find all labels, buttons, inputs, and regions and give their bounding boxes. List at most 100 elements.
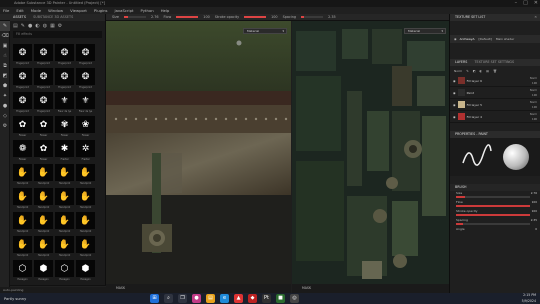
menu-help[interactable]: Help — [161, 8, 170, 13]
asset-thumbnail[interactable]: ✋ Handprint — [13, 164, 32, 186]
stroke-opacity-value[interactable]: 100 — [532, 209, 537, 213]
start-icon[interactable]: ⊞ — [150, 294, 159, 303]
toolbar-spacing-value[interactable]: 2.35 — [328, 15, 336, 19]
asset-thumbnail[interactable]: ⬡ Hexagon — [13, 260, 32, 282]
folder-icon[interactable]: ▤ — [13, 23, 18, 29]
app-icon-5[interactable]: ◎ — [290, 294, 299, 303]
bake-icon[interactable]: ⚙ — [0, 121, 10, 131]
toolbar-flow-slider[interactable] — [176, 16, 199, 18]
asset-thumbnail[interactable]: ✿ Flower — [34, 140, 53, 162]
paint-brush-icon[interactable]: ✎ — [0, 21, 10, 31]
layer-row[interactable]: ◉ Fill layer 4 Norm 100 — [450, 111, 540, 123]
asset-thumbnail[interactable]: ✋ Handprint — [13, 236, 32, 258]
add-fill-layer-icon[interactable]: ◩ — [473, 69, 476, 73]
asset-thumbnail[interactable]: ✋ Handprint — [13, 212, 32, 234]
eye-icon[interactable]: ◉ — [453, 103, 456, 107]
viewport-2d[interactable]: Material MASK — [292, 21, 449, 293]
viewport-2d-mask-label[interactable]: MASK — [302, 286, 311, 290]
add-mask-icon[interactable]: ◐ — [480, 69, 483, 73]
maximize-icon[interactable]: □ — [523, 0, 528, 7]
task-view-icon[interactable]: ❐ — [178, 294, 187, 303]
menu-viewport[interactable]: Viewport — [70, 8, 87, 13]
menu-window[interactable]: Window — [48, 8, 63, 13]
toolbar-size-value[interactable]: 2.76 — [151, 15, 159, 19]
asset-thumbnail[interactable]: ✋ Handprint — [76, 164, 95, 186]
eye-icon[interactable]: ◉ — [454, 37, 457, 41]
asset-thumbnail[interactable]: ✋ Handprint — [34, 212, 53, 234]
asset-thumbnail[interactable]: ✋ Handprint — [13, 188, 32, 210]
menu-javascript[interactable]: JavaScript — [114, 8, 133, 13]
toolbar-flow-value[interactable]: 100 — [203, 15, 209, 19]
layer-row[interactable]: ◉ Fill layer 6 Norm 100 — [450, 75, 540, 87]
file-explorer-icon[interactable]: ▤ — [206, 294, 215, 303]
viewport-2d-channel-dropdown[interactable]: Material — [404, 28, 446, 34]
toolbar-spacing-slider[interactable] — [301, 16, 324, 18]
spacing-slider[interactable]: Spacing 2.35 — [450, 218, 540, 227]
layer-blend[interactable]: Norm 100 — [530, 76, 537, 86]
app-icon-3[interactable]: ◆ — [248, 294, 257, 303]
asset-thumbnail[interactable]: ✋ Handprint — [55, 164, 74, 186]
tab-texture-set-settings[interactable]: TEXTURE SET SETTINGS — [474, 60, 514, 64]
flow-value[interactable]: 100 — [532, 200, 537, 204]
menu-edit[interactable]: Edit — [16, 8, 23, 13]
asset-thumbnail[interactable]: ✱ Fractal — [55, 140, 74, 162]
spacing-value[interactable]: 2.35 — [531, 218, 537, 222]
asset-thumbnail[interactable]: ✋ Handprint — [76, 188, 95, 210]
asset-thumbnail[interactable]: ❁ Flower — [13, 140, 32, 162]
eye-icon[interactable]: ◉ — [453, 115, 456, 119]
asset-thumbnail[interactable]: ❂ Fingerprint — [13, 44, 32, 66]
close-icon[interactable]: ✕ — [534, 0, 538, 7]
asset-thumbnail[interactable]: ❂ Fingerprint — [13, 92, 32, 114]
smart-material-icon[interactable]: ◐ — [35, 23, 39, 29]
flow-slider[interactable]: Flow 100 — [450, 200, 540, 209]
material-filter-icon[interactable]: ● — [28, 23, 32, 29]
blend-mode-dropdown[interactable]: Norm — [454, 69, 462, 73]
asset-thumbnail[interactable]: ❂ Fingerprint — [34, 68, 53, 90]
asset-thumbnail[interactable]: ⬢ Hexagon — [34, 260, 53, 282]
weather-widget[interactable]: Partly sunny — [0, 297, 26, 301]
asset-thumbnail[interactable]: ✋ Handprint — [34, 188, 53, 210]
texture-set-row[interactable]: ◉ ArchwayA [Default] Main shader — [450, 35, 540, 43]
asset-thumbnail[interactable]: ✋ Handprint — [76, 236, 95, 258]
viewport-3d-mask-label[interactable]: MASK — [116, 286, 125, 290]
material-icon[interactable]: ● — [0, 101, 10, 111]
toolbar-size-slider[interactable] — [123, 16, 146, 18]
asset-thumbnail[interactable]: ❀ Flower — [76, 116, 95, 138]
projection-icon[interactable]: ▣ — [0, 41, 10, 51]
app-icon-2[interactable]: ▲ — [234, 294, 243, 303]
tab-assets[interactable]: ASSETS — [13, 15, 26, 19]
settings-icon[interactable]: ⚙ — [58, 23, 62, 29]
menu-file[interactable]: File — [3, 8, 9, 13]
layer-blend[interactable]: Norm 100 — [530, 100, 537, 110]
asset-thumbnail[interactable]: ❂ Fingerprint — [55, 68, 74, 90]
brush-filter-icon[interactable]: ✎ — [21, 23, 25, 29]
add-folder-icon[interactable]: ▤ — [486, 69, 489, 73]
asset-thumbnail[interactable]: ❂ Fingerprint — [76, 44, 95, 66]
asset-thumbnail[interactable]: ✋ Handprint — [34, 236, 53, 258]
asset-thumbnail[interactable]: ✋ Handprint — [55, 236, 74, 258]
asset-thumbnail[interactable]: ❂ Fingerprint — [13, 68, 32, 90]
asset-thumbnail[interactable]: ✋ Handprint — [34, 164, 53, 186]
assets-search-input[interactable]: Fill effects — [13, 31, 102, 38]
fill-icon[interactable]: ◩ — [0, 71, 10, 81]
angle-value[interactable]: 0 — [535, 227, 537, 231]
stroke-opacity-slider[interactable]: Stroke opacity 100 — [450, 209, 540, 218]
layer-blend[interactable]: Norm 100 — [530, 88, 537, 98]
asset-thumbnail[interactable]: ✋ Handprint — [55, 188, 74, 210]
viewport-3d[interactable]: Material MASK — [106, 21, 291, 293]
menu-plugins[interactable]: Plugins — [94, 8, 108, 13]
eye-icon[interactable]: ◉ — [453, 91, 456, 95]
asset-thumbnail[interactable]: ⬡ Hexagon — [55, 260, 74, 282]
minimize-icon[interactable]: – — [515, 0, 518, 7]
layer-blend[interactable]: Norm 100 — [530, 112, 537, 122]
asset-thumbnail[interactable]: ⚜ Fleur de lys — [76, 92, 95, 114]
edge-icon[interactable]: e — [220, 294, 229, 303]
size-slider[interactable]: Size 2.76 — [450, 191, 540, 200]
color-picker-icon[interactable]: ✦ — [0, 91, 10, 101]
clone-icon[interactable]: ⧉ — [0, 61, 10, 71]
toolbar-stroke-value[interactable]: 100 — [271, 15, 277, 19]
app-icon-1[interactable]: ● — [192, 294, 201, 303]
size-value[interactable]: 2.76 — [531, 191, 537, 195]
smudge-icon[interactable]: ☝ — [0, 51, 10, 61]
layer-row[interactable]: ◉ Fill layer 5 Norm 100 — [450, 99, 540, 111]
